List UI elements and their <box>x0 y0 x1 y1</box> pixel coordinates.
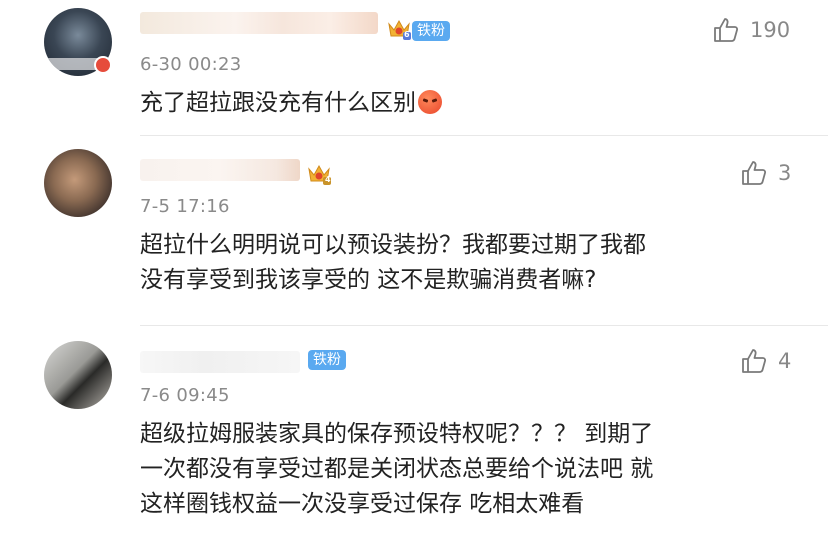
username-blurred[interactable] <box>140 12 378 34</box>
comment-time: 7-5 17:16 <box>140 196 230 217</box>
comment-1: 6 铁粉 6-30 00:23 充了超拉跟没充有什么区别 190 <box>0 0 828 135</box>
tiefen-badge: 铁粉 <box>308 350 346 370</box>
crown-level: 4 <box>325 175 331 184</box>
comment-3: 铁粉 7-6 09:45 超级拉姆服装家具的保存预设特权呢？？？ 到期了 一次都… <box>0 325 828 559</box>
like-count: 4 <box>778 349 792 373</box>
like-button[interactable]: 3 <box>740 159 791 187</box>
like-count: 3 <box>778 161 792 185</box>
comment-text: 超拉什么明明说可以预设装扮？我都要过期了我都 没有享受到我该享受的 这不是欺骗消… <box>140 232 646 293</box>
username-blurred[interactable] <box>140 351 300 373</box>
like-button[interactable]: 4 <box>740 347 791 375</box>
like-button[interactable]: 190 <box>712 16 790 44</box>
vip-dot-icon <box>94 56 112 74</box>
crown-badge-icon: 4 <box>306 161 332 187</box>
comment-text: 超级拉姆服装家具的保存预设特权呢？？？ 到期了 一次都没有享受过都是关闭状态总要… <box>140 421 654 517</box>
comment-text: 充了超拉跟没充有什么区别 <box>140 86 442 121</box>
avatar[interactable] <box>44 149 112 217</box>
like-count: 190 <box>750 18 791 42</box>
comment-2: 4 7-5 17:16 超拉什么明明说可以预设装扮？我都要过期了我都 没有享受到… <box>0 135 828 325</box>
thumbs-up-icon <box>714 18 739 42</box>
comment-time: 7-6 09:45 <box>140 385 230 406</box>
comment-time: 6-30 00:23 <box>140 54 242 75</box>
thumbs-up-icon <box>742 161 767 185</box>
angry-emoji-icon <box>418 90 442 114</box>
username-blurred[interactable] <box>140 159 300 181</box>
crown-badge-icon: 6 <box>386 16 412 42</box>
tiefen-badge: 铁粉 <box>412 21 450 41</box>
thumbs-up-icon <box>742 349 767 373</box>
crown-level: 6 <box>404 30 410 39</box>
avatar[interactable] <box>44 341 112 409</box>
